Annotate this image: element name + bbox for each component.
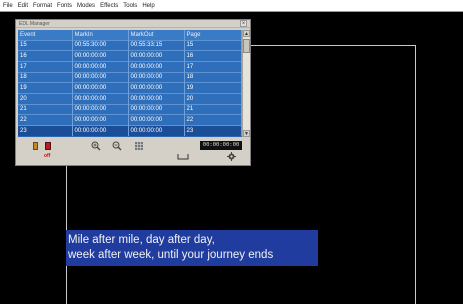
cell-markin: 00:00:00:00: [72, 103, 129, 115]
tray-icon[interactable]: [177, 153, 189, 161]
cell-markout: 00:00:00:00: [128, 114, 185, 126]
cell-markout: 00:55:33:15: [128, 39, 185, 51]
cell-event: 23: [18, 125, 73, 137]
menu-modes[interactable]: Modes: [77, 0, 95, 12]
table-row[interactable]: 16 00:00:00:00 00:00:00:00 16: [18, 50, 242, 62]
zoom-out-icon[interactable]: [112, 141, 122, 151]
table-row[interactable]: 15 00:55:30:00 00:55:33:15 15: [18, 39, 242, 51]
edl-toolbar: off 00:00:00:00: [16, 139, 250, 165]
off-label: off: [44, 153, 51, 159]
cell-markout: 00:00:00:00: [128, 125, 185, 137]
cell-markin: 00:00:00:00: [72, 71, 129, 83]
mark-in-icon[interactable]: [33, 142, 38, 150]
column-header-markout[interactable]: MarkOut: [128, 30, 185, 40]
close-icon[interactable]: ×: [240, 20, 247, 27]
gear-icon[interactable]: [227, 152, 236, 161]
cell-event: 21: [18, 103, 73, 115]
menu-file[interactable]: File: [3, 0, 13, 12]
cell-markin: 00:00:00:00: [72, 82, 129, 94]
cell-markout: 00:00:00:00: [128, 50, 185, 62]
scroll-up-arrow-icon[interactable]: ▲: [243, 30, 250, 37]
cell-event: 18: [18, 71, 73, 83]
menu-help[interactable]: Help: [142, 0, 154, 12]
cell-markin: 00:00:00:00: [72, 60, 129, 73]
timecode-display: 00:00:00:00: [200, 141, 242, 150]
menu-fonts[interactable]: Fonts: [57, 0, 72, 12]
edl-window-titlebar[interactable]: EDL Manager ×: [16, 20, 250, 28]
table-row[interactable]: 18 00:00:00:00 00:00:00:00 18: [18, 71, 242, 83]
edl-table: Event MarkIn MarkOut Page 15 00:55:30:00 0…: [18, 30, 242, 137]
menu-effects[interactable]: Effects: [100, 0, 118, 12]
column-header-page[interactable]: Page: [184, 30, 242, 40]
cell-markout: 00:00:00:00: [128, 60, 185, 73]
cell-page: 16: [184, 50, 242, 62]
cell-page: 22: [184, 114, 242, 126]
table-row[interactable]: 17 00:00:00:00 00:00:00:00 17: [18, 60, 242, 73]
cell-markout: 00:00:00:00: [128, 92, 185, 105]
edl-manager-window: EDL Manager × Event MarkIn MarkOut Page …: [15, 19, 251, 166]
cell-event: 17: [18, 60, 73, 73]
cell-page: 23: [184, 125, 242, 137]
cell-page: 18: [184, 71, 242, 83]
table-row[interactable]: 21 00:00:00:00 00:00:00:00 21: [18, 103, 242, 115]
cell-event: 19: [18, 82, 73, 94]
cell-markin: 00:55:30:00: [72, 39, 129, 51]
scroll-down-arrow-icon[interactable]: ▼: [243, 130, 250, 137]
cell-event: 20: [18, 92, 73, 105]
table-header-row: Event MarkIn MarkOut Page: [18, 30, 242, 40]
zoom-in-icon[interactable]: [91, 141, 101, 151]
table-row[interactable]: 20 00:00:00:00 00:00:00:00 20: [18, 92, 242, 105]
cell-markin: 00:00:00:00: [72, 92, 129, 105]
cell-page: 20: [184, 92, 242, 105]
menu-bar: File Edit Format Fonts Modes Effects Too…: [0, 0, 463, 12]
column-header-markin[interactable]: MarkIn: [72, 30, 129, 40]
menu-format[interactable]: Format: [33, 0, 52, 12]
cell-markin: 00:00:00:00: [72, 125, 129, 137]
edl-scrollbar[interactable]: ▲ ▼: [242, 30, 250, 137]
menu-edit[interactable]: Edit: [18, 0, 28, 12]
cell-page: 15: [184, 39, 242, 51]
cell-markin: 00:00:00:00: [72, 50, 129, 62]
cell-page: 17: [184, 60, 242, 73]
table-row[interactable]: 19 00:00:00:00 00:00:00:00 19: [18, 82, 242, 94]
scroll-thumb[interactable]: [243, 39, 250, 53]
cell-event: 15: [18, 39, 73, 51]
menu-tools[interactable]: Tools: [123, 0, 137, 12]
grid-icon[interactable]: [134, 141, 144, 151]
cell-markout: 00:00:00:00: [128, 82, 185, 94]
subtitle-line-1: Mile after mile, day after day,: [68, 234, 215, 246]
cell-markin: 00:00:00:00: [72, 114, 129, 126]
subtitle-block[interactable]: Mile after mile, day after day, week aft…: [66, 230, 318, 266]
cell-event: 16: [18, 50, 73, 62]
safe-area-right: [415, 45, 416, 304]
table-row[interactable]: 23 00:00:00:00 00:00:00:00 23: [18, 125, 242, 137]
cell-markout: 00:00:00:00: [128, 71, 185, 83]
cell-event: 22: [18, 114, 73, 126]
column-header-event[interactable]: Event: [18, 30, 73, 40]
cell-page: 19: [184, 82, 242, 94]
edl-window-title: EDL Manager: [19, 20, 50, 27]
cell-page: 21: [184, 103, 242, 115]
mark-out-icon[interactable]: [45, 142, 51, 150]
cell-markout: 00:00:00:00: [128, 103, 185, 115]
subtitle-line-2: week after week, until your journey ends: [68, 248, 274, 261]
table-row[interactable]: 22 00:00:00:00 00:00:00:00 22: [18, 114, 242, 126]
